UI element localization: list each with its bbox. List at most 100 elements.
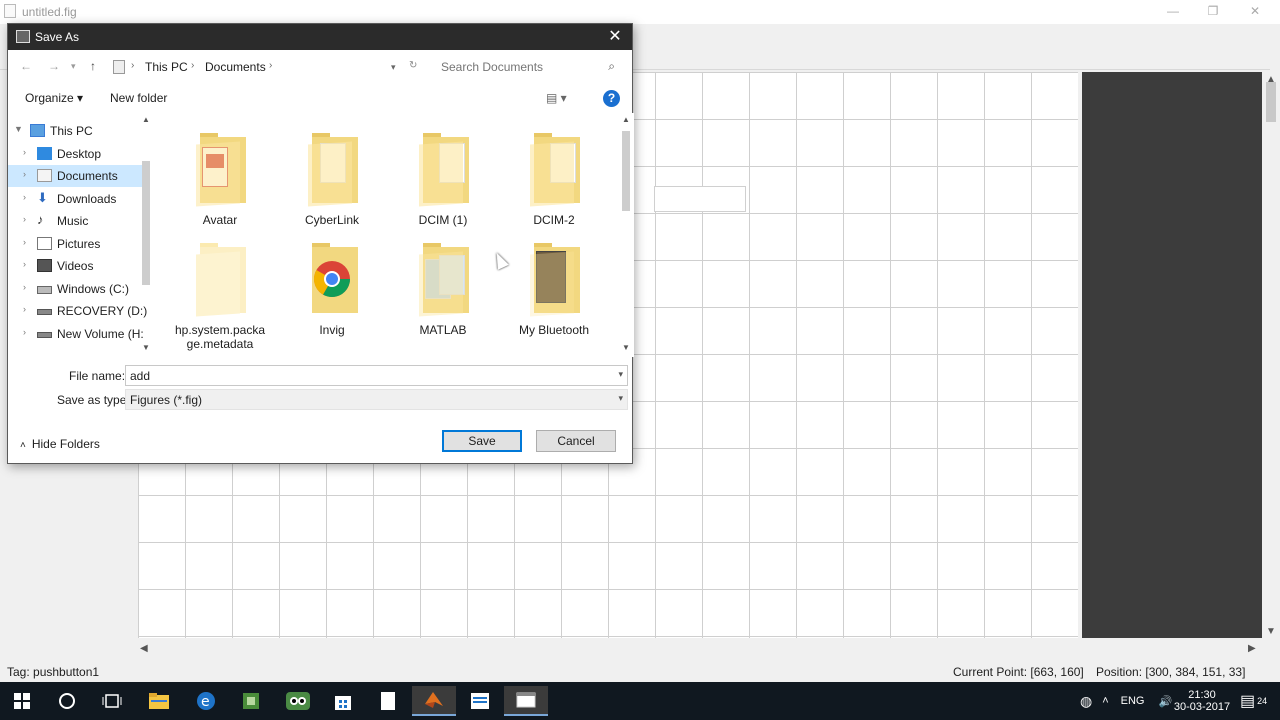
action-center-button[interactable]: ▤ 24: [1240, 682, 1267, 720]
cortana-button[interactable]: [45, 686, 89, 716]
scroll-left-icon[interactable]: ◀: [140, 643, 148, 654]
chevron-right-icon[interactable]: ›: [23, 214, 26, 224]
chevron-right-icon[interactable]: ›: [23, 147, 26, 157]
nav-label: Pictures: [57, 237, 101, 251]
scroll-down-icon[interactable]: ▼: [622, 343, 630, 352]
figure-outside-area: [1082, 72, 1262, 638]
tray-overflow[interactable]: ◍ ˄ ENG 🔊: [1080, 682, 1182, 720]
cancel-button[interactable]: Cancel: [536, 430, 616, 452]
file-name-field[interactable]: ▾: [125, 365, 628, 386]
editor-taskbar[interactable]: [458, 686, 502, 716]
edge-taskbar[interactable]: e: [184, 686, 228, 716]
nav-item-pictures[interactable]: › Pictures: [8, 233, 148, 255]
dialog-titlebar[interactable]: Save As ✕: [8, 24, 632, 50]
chevron-right-icon[interactable]: ›: [23, 169, 26, 179]
minimize-button[interactable]: —: [1158, 2, 1188, 20]
organize-button[interactable]: Organize ▾: [25, 91, 83, 105]
folder-item[interactable]: Invig: [284, 231, 380, 341]
navigation-scrollbar[interactable]: ▲ ▼: [138, 113, 154, 357]
nav-label: Videos: [57, 259, 94, 273]
pushbutton-component[interactable]: [654, 186, 746, 212]
scroll-thumb[interactable]: [622, 131, 630, 211]
chevron-down-icon[interactable]: ▾: [618, 369, 623, 380]
folder-icon: [419, 243, 469, 317]
file-list-scrollbar[interactable]: ▲ ▼: [618, 113, 634, 357]
start-button[interactable]: [0, 686, 44, 716]
address-bar[interactable]: › This PC › Documents › ▾ ↻: [110, 55, 430, 79]
clock[interactable]: 21:30 30-03-2017: [1170, 682, 1234, 720]
network-icon[interactable]: ◍: [1080, 693, 1092, 710]
folder-name: Invig: [319, 323, 345, 337]
address-dropdown-icon[interactable]: ▾: [391, 62, 396, 73]
chevron-up-icon[interactable]: ˄: [1102, 695, 1108, 707]
vertical-scrollbar[interactable]: ▲ ▼: [1262, 72, 1280, 640]
view-options-icon[interactable]: ▤ ▾: [546, 91, 567, 105]
search-input[interactable]: [441, 59, 591, 75]
save-type-select[interactable]: Figures (*.fig) ▾: [125, 389, 628, 410]
refresh-icon[interactable]: ↻: [409, 60, 417, 71]
scroll-thumb[interactable]: [1266, 82, 1276, 122]
matlab-taskbar[interactable]: [412, 686, 456, 716]
chevron-right-icon[interactable]: ›: [23, 282, 26, 292]
chevron-right-icon[interactable]: ›: [23, 327, 26, 337]
search-icon[interactable]: ⌕: [608, 59, 615, 74]
breadcrumb-separator-icon[interactable]: ›: [269, 60, 272, 71]
nav-label: Desktop: [57, 147, 102, 161]
window-icon: [516, 692, 536, 708]
file-explorer-taskbar[interactable]: [137, 686, 181, 716]
save-button[interactable]: Save: [442, 430, 522, 452]
breadcrumb-this-pc[interactable]: This PC: [145, 60, 188, 74]
folder-item[interactable]: DCIM (1): [395, 121, 491, 231]
breadcrumb-documents[interactable]: Documents: [205, 60, 266, 74]
nav-item-desktop[interactable]: › Desktop: [8, 143, 148, 165]
nav-item-this-pc[interactable]: ▼ This PC: [8, 120, 148, 142]
up-arrow-icon[interactable]: ↑: [90, 59, 96, 73]
store-taskbar[interactable]: [321, 686, 365, 716]
chevron-right-icon[interactable]: ›: [23, 304, 26, 314]
scroll-up-icon[interactable]: ▲: [622, 115, 630, 124]
folder-item[interactable]: hp.system.packa ge.metadata: [172, 231, 268, 355]
folder-item[interactable]: Avatar: [172, 121, 268, 231]
nav-item-videos[interactable]: › Videos: [8, 255, 148, 277]
search-box[interactable]: ⌕: [434, 55, 622, 79]
chevron-right-icon[interactable]: ›: [23, 192, 26, 202]
dialog-close-button[interactable]: ✕: [606, 27, 624, 47]
nav-item-documents[interactable]: › Documents: [8, 165, 148, 187]
chevron-down-icon[interactable]: ▾: [618, 393, 623, 404]
notepad-taskbar[interactable]: [366, 686, 410, 716]
task-view-button[interactable]: [90, 686, 134, 716]
help-icon[interactable]: ?: [603, 90, 620, 107]
nav-item-recovery-d[interactable]: › RECOVERY (D:): [8, 300, 148, 322]
folder-item[interactable]: My Bluetooth: [506, 231, 602, 341]
maximize-button[interactable]: ❐: [1198, 2, 1228, 20]
breadcrumb-separator-icon: ›: [131, 60, 135, 71]
chevron-right-icon[interactable]: ›: [23, 259, 26, 269]
app-taskbar-1[interactable]: [229, 686, 273, 716]
chevron-right-icon[interactable]: ›: [23, 237, 26, 247]
tripadvisor-taskbar[interactable]: [276, 686, 320, 716]
language-indicator[interactable]: ENG: [1121, 695, 1145, 707]
nav-item-new-volume-h[interactable]: › New Volume (H:: [8, 323, 148, 345]
recent-locations-icon[interactable]: ▾: [71, 61, 76, 72]
scroll-right-icon[interactable]: ▶: [1248, 643, 1256, 654]
nav-item-downloads[interactable]: › ⬇ Downloads: [8, 188, 148, 210]
scroll-down-icon[interactable]: ▼: [1266, 626, 1276, 637]
nav-item-music[interactable]: › ♪ Music: [8, 210, 148, 232]
task-view-icon: [102, 694, 122, 708]
scroll-thumb[interactable]: [142, 161, 150, 285]
nav-item-windows-c[interactable]: › Windows (C:): [8, 278, 148, 300]
hide-folders-button[interactable]: ˄ Hide Folders: [20, 437, 100, 451]
new-folder-button[interactable]: New folder: [110, 91, 167, 105]
scroll-down-icon[interactable]: ▼: [142, 343, 150, 352]
close-button[interactable]: ✕: [1240, 2, 1270, 20]
back-arrow-icon[interactable]: ←: [20, 59, 32, 73]
file-name-input[interactable]: [130, 368, 600, 383]
dialog-taskbar[interactable]: [504, 686, 548, 716]
folder-item[interactable]: DCIM-2: [506, 121, 602, 231]
scroll-up-icon[interactable]: ▲: [142, 115, 150, 124]
chevron-down-icon[interactable]: ▼: [14, 124, 23, 134]
forward-arrow-icon[interactable]: →: [48, 59, 60, 73]
folder-item[interactable]: CyberLink: [284, 121, 380, 231]
horizontal-scrollbar[interactable]: ◀ ▶: [138, 640, 1262, 658]
folder-item[interactable]: MATLAB: [395, 231, 491, 341]
